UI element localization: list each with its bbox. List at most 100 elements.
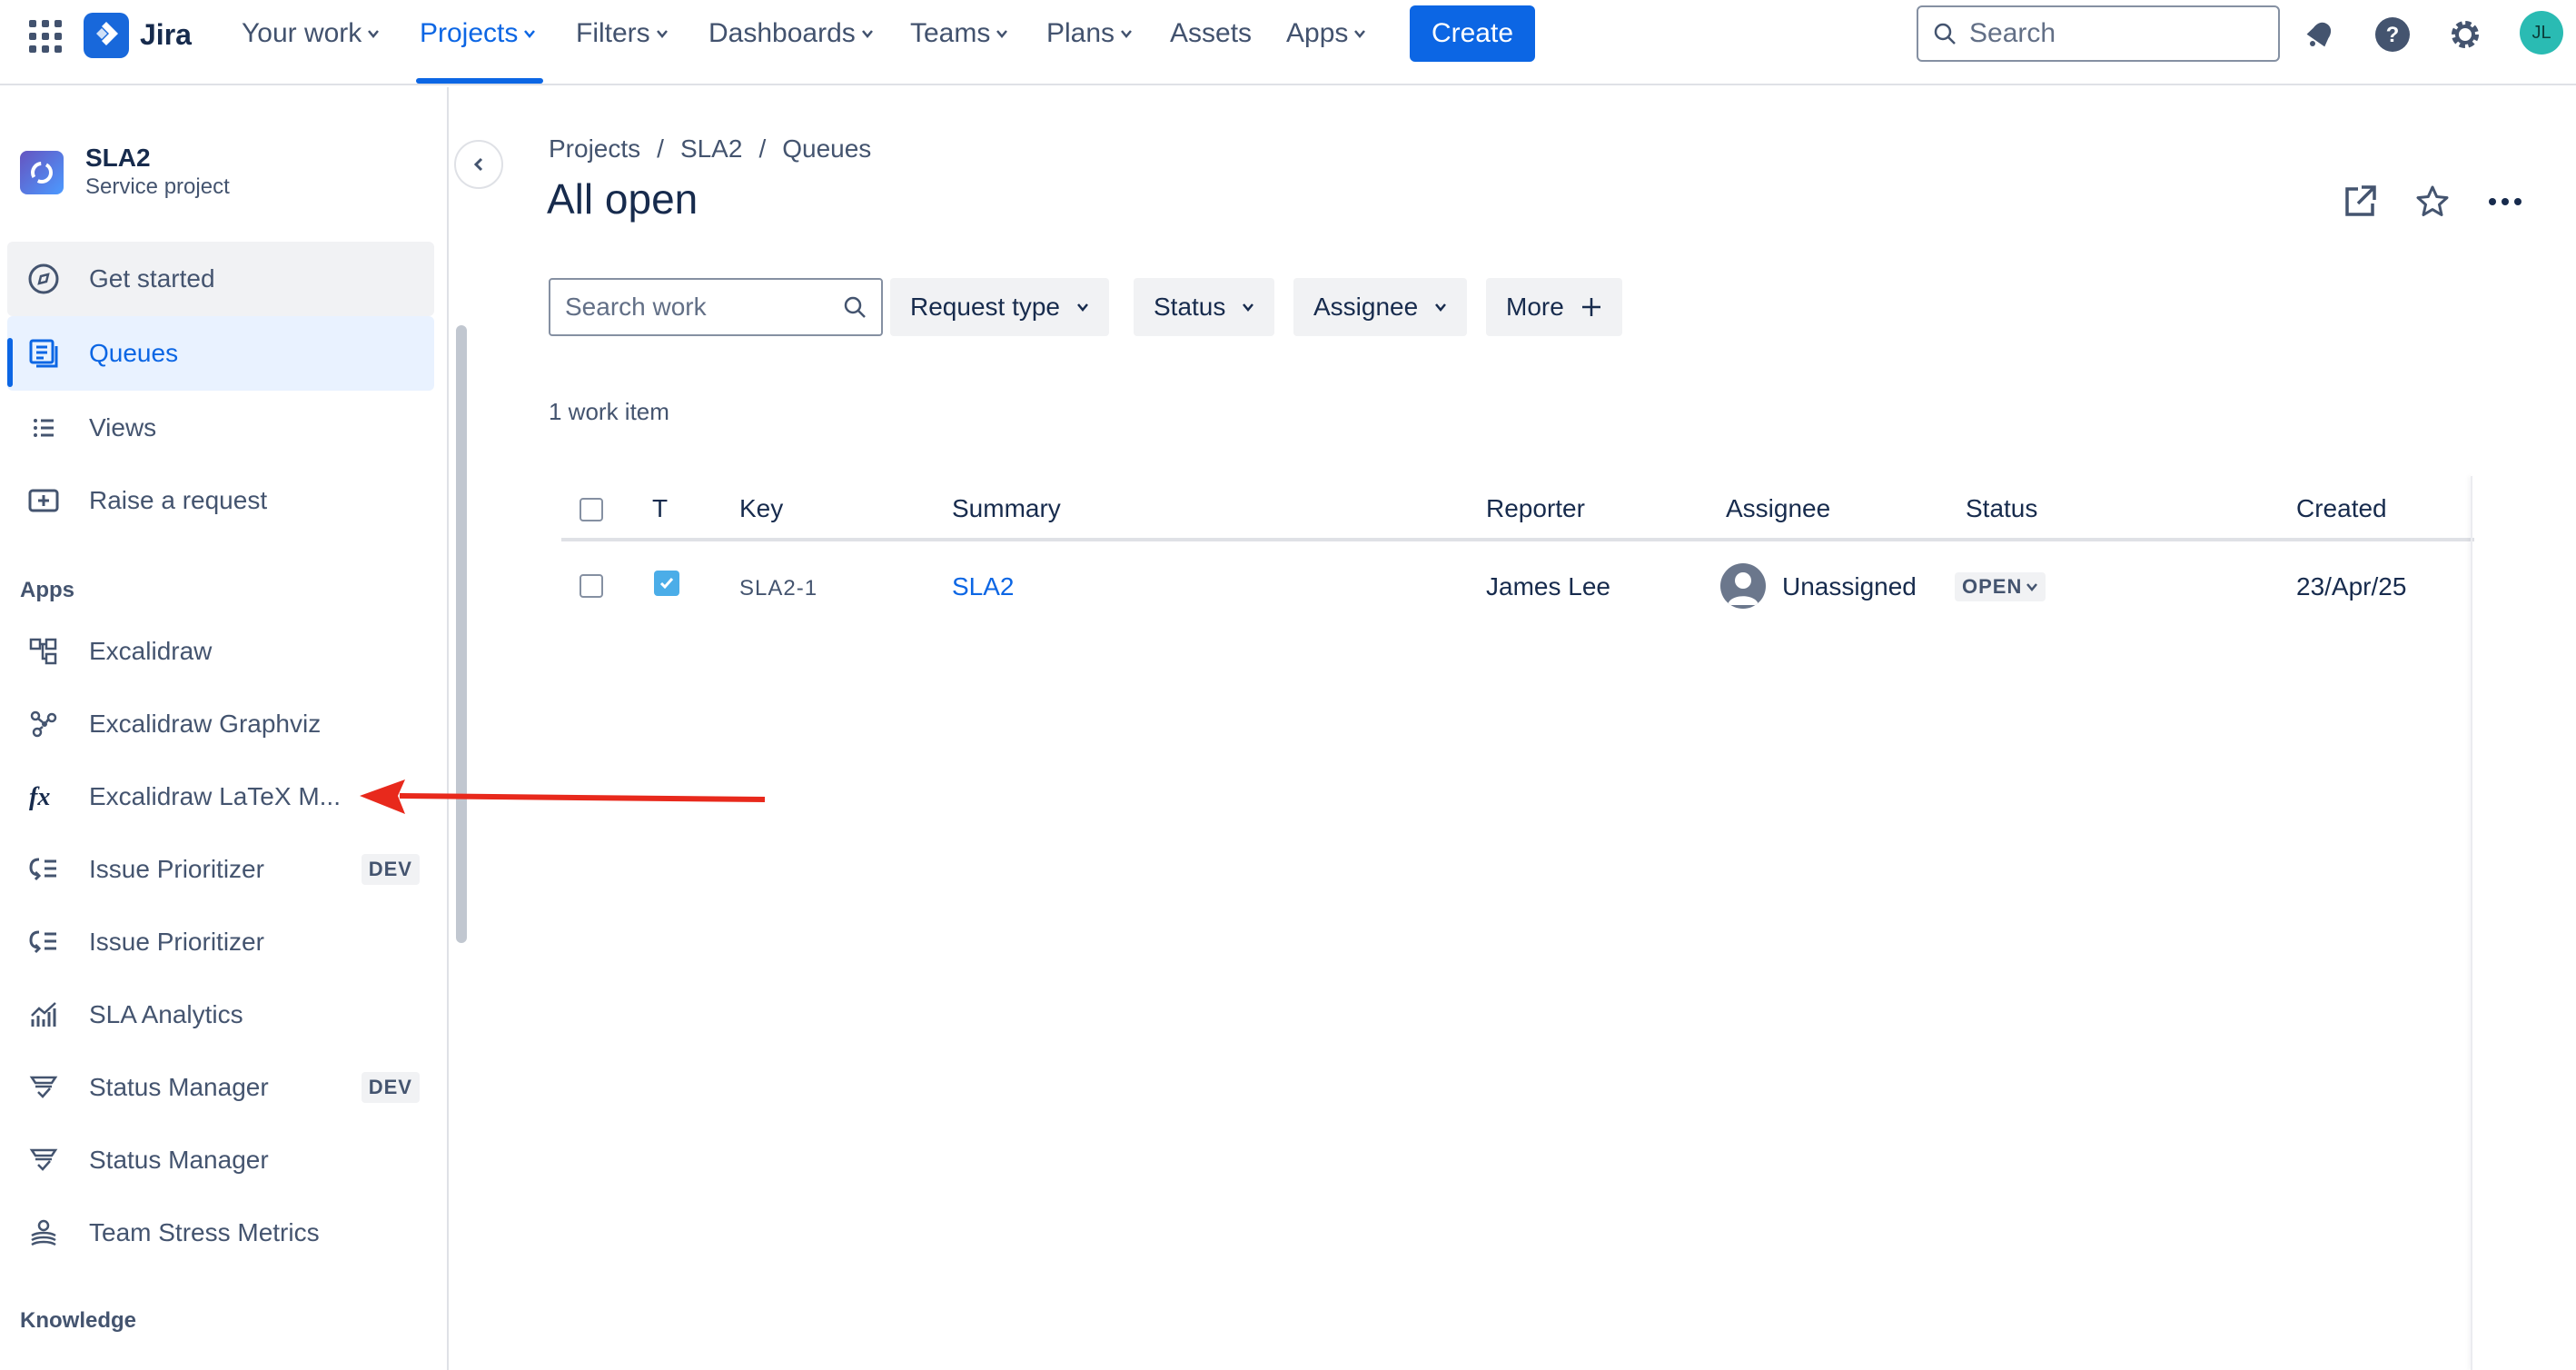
nav-apps[interactable]: Apps [1286,18,1366,49]
sidebar-app-sla-analytics[interactable]: SLA Analytics [7,978,434,1052]
star-icon[interactable] [2413,182,2452,222]
column-header-key[interactable]: Key [739,494,783,523]
nav-your-work[interactable]: Your work [242,18,380,49]
unassigned-avatar-icon[interactable] [1720,563,1766,609]
chevron-down-icon [2026,583,2038,591]
filter-status[interactable]: Status [1134,278,1275,336]
sidebar-item-label: Status Manager [89,1073,269,1101]
sidebar-item-label: Raise a request [89,486,268,514]
chevron-down-icon [1243,303,1254,312]
breadcrumb-queues[interactable]: Queues [782,134,871,164]
sidebar-app-excalidraw-graphviz[interactable]: Excalidraw Graphviz [7,687,434,761]
sidebar-app-issue-prioritizer[interactable]: Issue Prioritizer [7,905,434,979]
nav-plans[interactable]: Plans [1046,18,1133,49]
nav-assets[interactable]: Assets [1170,18,1252,49]
plus-icon [1581,298,1600,316]
sidebar-item-label: Status Manager [89,1146,269,1174]
chevron-left-icon [473,157,483,172]
nav-label: Assets [1170,18,1253,48]
status-manager-icon [25,1142,62,1178]
sidebar-item-views[interactable]: Views [7,391,434,465]
chevron-down-icon [656,30,668,38]
status-badge[interactable]: OPEN [1955,572,2046,601]
app-switcher-icon[interactable] [29,20,62,53]
more-filters-button[interactable]: More [1486,278,1622,336]
filter-assignee[interactable]: Assignee [1293,278,1468,336]
sidebar-item-label: Queues [89,339,179,367]
search-work-input[interactable]: Search work [549,278,883,336]
search-work-placeholder: Search work [565,293,707,321]
collapse-sidebar-button[interactable] [454,140,503,189]
work-item-count: 1 work item [549,398,669,425]
nav-filters[interactable]: Filters [576,18,669,49]
sidebar-app-issue-prioritizer-dev[interactable]: Issue Prioritizer DEV [7,832,434,907]
breadcrumb: Projects / SLA2 / Queues [549,134,871,164]
nav-projects[interactable]: Projects [420,18,536,49]
column-header-created[interactable]: Created [2296,494,2387,523]
prioritizer-icon [25,924,62,960]
select-all-checkbox[interactable] [580,498,603,521]
dev-badge: DEV [361,1072,420,1103]
column-header-assignee[interactable]: Assignee [1726,494,1830,523]
row-checkbox[interactable] [580,574,603,598]
search-icon [844,296,866,318]
filter-request-type[interactable]: Request type [890,278,1109,336]
sidebar-item-label: SLA Analytics [89,1000,243,1028]
jira-logo-icon[interactable] [84,13,129,58]
svg-text:?: ? [2386,23,2400,47]
sidebar-item-label: Issue Prioritizer [89,855,264,883]
issue-key[interactable]: SLA2-1 [739,576,817,601]
global-search-input[interactable]: Search [1917,5,2280,62]
sidebar-scrollbar[interactable] [456,325,467,943]
search-placeholder: Search [1969,18,2056,48]
sidebar-app-team-stress-metrics[interactable]: Team Stress Metrics [7,1196,434,1270]
table-scroll-edge [2471,476,2472,1370]
breadcrumb-projects[interactable]: Projects [549,134,640,164]
sidebar-app-status-manager-dev[interactable]: Status Manager DEV [7,1050,434,1125]
sidebar-item-queues[interactable]: Queues [7,316,434,391]
status-text: OPEN [1962,575,2023,598]
list-icon [25,410,62,446]
create-button[interactable]: Create [1410,5,1535,62]
project-type: Service project [85,174,230,199]
more-actions-icon[interactable] [2485,182,2525,222]
sidebar-item-label: Excalidraw Graphviz [89,710,322,738]
help-icon[interactable]: ? [2373,15,2413,55]
stress-metrics-icon [25,1215,62,1251]
chevron-down-icon [368,30,380,38]
diagram-icon [25,633,62,670]
chevron-down-icon [524,30,536,38]
project-avatar-icon[interactable] [20,151,64,194]
breadcrumb-separator: / [657,134,664,163]
annotation-arrow-icon [360,779,766,814]
sidebar-app-status-manager[interactable]: Status Manager [7,1123,434,1197]
notifications-icon[interactable] [2300,15,2340,55]
sidebar-item-get-started[interactable]: Get started [7,242,434,316]
apps-heading: Apps [20,578,74,602]
project-name[interactable]: SLA2 [85,144,151,173]
open-external-icon[interactable] [2340,182,2380,222]
sidebar-item-label: Get started [89,264,215,293]
filter-label: Assignee [1313,293,1419,321]
column-header-summary[interactable]: Summary [952,494,1061,523]
issue-summary-link[interactable]: SLA2 [952,572,1015,601]
prioritizer-icon [25,851,62,888]
nav-label: Teams [910,18,991,48]
user-avatar[interactable]: JL [2520,11,2563,55]
column-header-status[interactable]: Status [1966,494,2037,523]
settings-icon[interactable] [2445,15,2485,55]
sidebar-app-excalidraw[interactable]: Excalidraw [7,614,434,689]
graph-icon [25,706,62,742]
brand-name[interactable]: Jira [140,18,192,52]
sidebar-item-raise-request[interactable]: Raise a request [7,463,434,538]
chevron-down-icon [1077,303,1088,312]
column-header-type[interactable]: T [652,494,668,523]
queues-icon [25,335,62,372]
analytics-icon [25,997,62,1033]
sidebar-item-label: Issue Prioritizer [89,928,264,956]
breadcrumb-project[interactable]: SLA2 [680,134,743,164]
nav-dashboards[interactable]: Dashboards [708,18,874,49]
column-header-reporter[interactable]: Reporter [1486,494,1585,523]
nav-teams[interactable]: Teams [910,18,1008,49]
issue-assignee[interactable]: Unassigned [1782,572,1917,601]
